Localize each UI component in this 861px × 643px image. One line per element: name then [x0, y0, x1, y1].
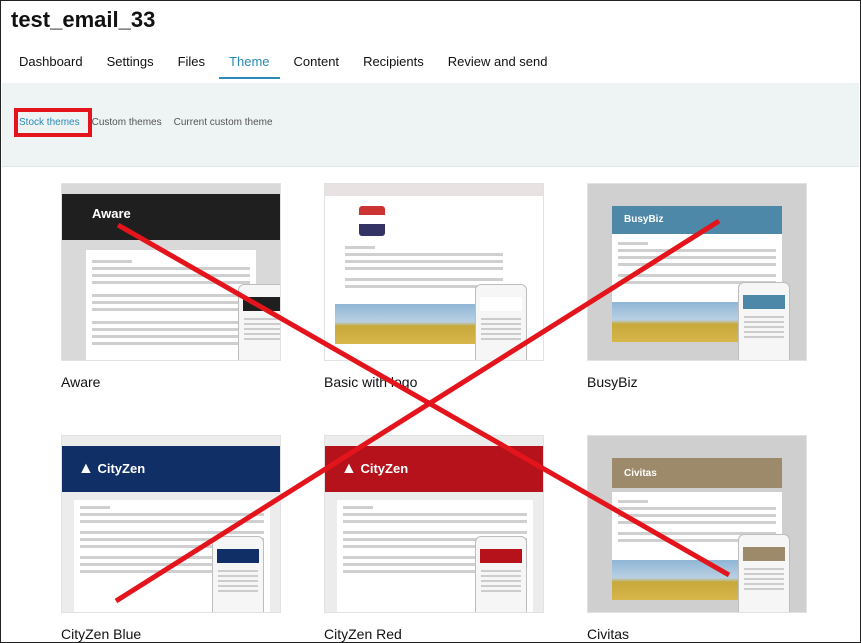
theme-thumbnail[interactable]: [324, 183, 544, 361]
tab-content[interactable]: Content: [284, 53, 354, 79]
theme-card-cityzen-blue[interactable]: ▲ CityZen CityZen Blue: [61, 435, 281, 642]
logo-image: [359, 206, 385, 236]
theme-thumbnail[interactable]: ▲ CityZen: [61, 435, 281, 613]
phone-preview: [738, 282, 790, 360]
theme-header-text: Aware: [92, 206, 131, 221]
theme-card-civitas[interactable]: Civitas Civitas: [587, 435, 807, 642]
phone-preview: [475, 284, 527, 360]
theme-thumbnail[interactable]: ▲ CityZen: [324, 435, 544, 613]
main-nav: Dashboard Settings Files Theme Content R…: [9, 53, 562, 79]
theme-header-text: Civitas: [624, 468, 657, 479]
subtab-current-custom-theme[interactable]: Current custom theme: [174, 117, 273, 128]
building-icon: ▲: [78, 460, 94, 477]
theme-name: Civitas: [587, 626, 630, 642]
landscape-image: [335, 304, 475, 344]
theme-header-bar: Civitas: [612, 458, 782, 488]
theme-thumbnail[interactable]: Aware: [61, 183, 281, 361]
theme-card-busybiz[interactable]: BusyBiz BusyBiz: [587, 183, 807, 390]
tab-files[interactable]: Files: [168, 53, 219, 79]
phone-preview: [738, 534, 790, 612]
theme-header-bar: Aware: [62, 194, 280, 240]
theme-header-bar: ▲ CityZen: [325, 446, 543, 492]
theme-header-text: CityZen: [360, 461, 409, 476]
phone-preview: [212, 536, 264, 612]
theme-card-cityzen-red[interactable]: ▲ CityZen CityZen Red: [324, 435, 544, 642]
email-title: test_email_33: [11, 7, 156, 32]
theme-thumbnail[interactable]: BusyBiz: [587, 183, 807, 361]
theme-card-basic-with-logo[interactable]: Basic with logo: [324, 183, 544, 390]
phone-preview: [475, 536, 527, 612]
phone-preview: [238, 284, 280, 360]
theme-header-bar: BusyBiz: [612, 206, 782, 234]
building-icon: ▲: [341, 460, 357, 477]
theme-name: Basic with logo: [324, 374, 418, 390]
theme-header-text: CityZen: [97, 461, 146, 476]
tab-settings[interactable]: Settings: [97, 53, 168, 79]
tab-review-and-send[interactable]: Review and send: [438, 53, 562, 79]
theme-card-aware[interactable]: Aware Aware: [61, 183, 281, 390]
tab-dashboard[interactable]: Dashboard: [9, 53, 97, 79]
theme-name: Aware: [61, 374, 101, 390]
theme-body-preview: [86, 250, 256, 360]
theme-header-text: BusyBiz: [624, 214, 664, 225]
theme-name: CityZen Blue: [61, 626, 142, 642]
theme-header-bar: ▲ CityZen: [62, 446, 280, 492]
theme-name: CityZen Red: [324, 626, 402, 642]
annotation-highlight-box: [14, 108, 92, 137]
subtab-custom-themes[interactable]: Custom themes: [92, 117, 162, 128]
theme-thumbnail[interactable]: Civitas: [587, 435, 807, 613]
tab-theme[interactable]: Theme: [219, 53, 283, 79]
tab-recipients[interactable]: Recipients: [353, 53, 438, 79]
theme-name: BusyBiz: [587, 374, 638, 390]
